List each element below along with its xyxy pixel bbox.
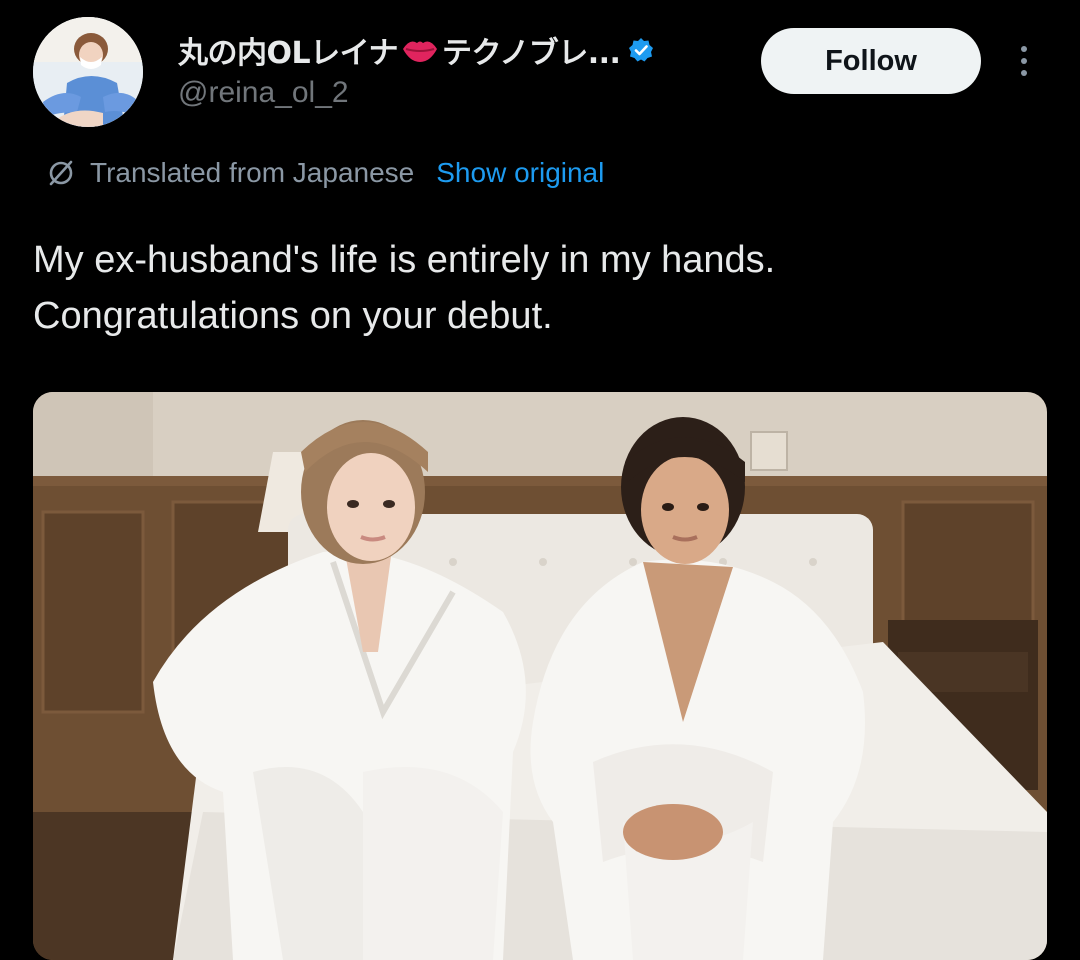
follow-button[interactable]: Follow [761,28,981,94]
translation-label: Translated from Japanese [90,157,415,188]
dot [1021,46,1027,52]
tweet-text-line: Congratulations on your debut. [33,295,553,337]
translation-bar: Translated from Japanese Show original [46,153,604,193]
photo-image [33,392,1047,960]
tweet-text-line: My ex-husband's life is entirely in my h… [33,239,776,281]
tweet-text: My ex-husband's life is entirely in my h… [33,232,1043,344]
author-display-name[interactable]: 丸の内OLレイナ [178,28,399,72]
dot [1021,70,1027,76]
author-name-row[interactable]: 丸の内OLレイナ テクノブレ... [178,28,654,72]
lips-icon [403,41,438,62]
translate-icon [49,160,73,186]
tweet-header: 丸の内OLレイナ テクノブレ... @reina_ol_2 Follow [0,0,1080,140]
dot [1021,58,1027,64]
author-handle[interactable]: @reina_ol_2 [178,76,349,110]
more-dots-icon[interactable] [1004,36,1044,86]
author-avatar[interactable] [33,17,143,127]
show-original-link[interactable]: Show original [436,157,604,189]
author-display-name-suffix[interactable]: テクノブレ... [442,28,621,72]
avatar-photo [33,17,143,127]
verified-badge-icon [629,38,654,62]
tweet-media-photo[interactable] [33,392,1047,960]
